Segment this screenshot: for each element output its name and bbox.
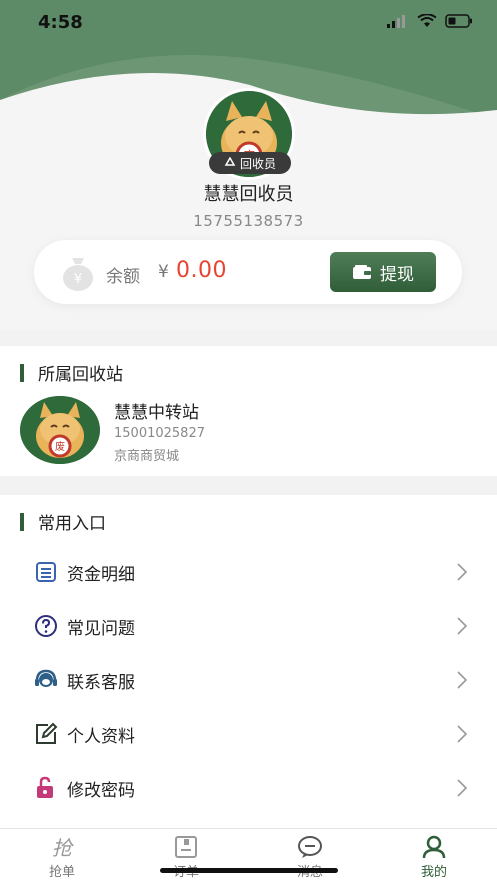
svg-text:¥: ¥ (74, 272, 82, 287)
station-name: 慧慧中转站 (114, 403, 199, 423)
withdraw-label: 提现 (380, 264, 414, 285)
chevron-right-icon (457, 563, 467, 581)
message-icon (298, 836, 322, 858)
money-bag-icon: ¥ (63, 258, 93, 291)
chevron-right-icon (457, 725, 467, 743)
tab-label: 抢单 (48, 865, 75, 880)
lock-icon (37, 776, 53, 798)
headset-icon (35, 669, 57, 687)
menu-item-faq[interactable]: 常见问题 (0, 599, 497, 653)
grab-order-icon: 抢 (52, 836, 74, 859)
menu-item-label: 常见问题 (67, 619, 135, 639)
menu-item-profile[interactable]: 个人资料 (0, 707, 497, 761)
tab-orders[interactable]: 订单 (136, 829, 236, 884)
wifi-icon (417, 14, 437, 27)
menu-item-label: 修改密码 (67, 781, 135, 801)
role-badge: 回收员 (209, 152, 291, 174)
avatar[interactable]: 废 回收员 (203, 88, 295, 180)
status-time: 4:58 (38, 12, 83, 33)
menu-item-fund-details[interactable]: 资金明细 (0, 545, 497, 599)
entries-section: 常用入口 资金明细 常见问题 联系客服 个人资料 修改密码 (0, 495, 497, 828)
profile-header: 4:58 回收员 慧慧回收员 15755138573 ¥ 余额 ¥ 0.00 提… (0, 0, 497, 330)
station-section-title-text: 所属回收站 (38, 365, 123, 385)
station-phone: 15001025827 (114, 426, 205, 441)
signal-icon (387, 15, 405, 28)
section-bar (20, 512, 24, 531)
balance-value: 0.00 (176, 258, 227, 283)
menu-item-contact-service[interactable]: 联系客服 (0, 653, 497, 707)
station-section: 所属回收站 废 慧慧中转站 15001025827 京商商贸城 (0, 346, 497, 476)
entries-section-title-text: 常用入口 (38, 514, 106, 534)
user-name: 慧慧回收员 (203, 184, 294, 205)
recycle-icon (224, 157, 236, 166)
chevron-right-icon (457, 779, 467, 797)
wallet-icon (353, 265, 371, 279)
withdraw-button[interactable]: 提现 (330, 252, 436, 292)
menu-item-change-password[interactable]: 修改密码 (0, 761, 497, 815)
entries-section-title: 常用入口 (20, 509, 106, 534)
svg-text:废: 废 (55, 440, 65, 453)
list-icon (36, 562, 56, 582)
tab-grab-order[interactable]: 抢 抢单 (12, 829, 112, 884)
home-indicator (160, 868, 338, 873)
tab-me[interactable]: 我的 (384, 829, 484, 884)
balance-currency: ¥ (158, 262, 169, 282)
tab-bar: 抢 抢单 订单 消息 我的 (0, 828, 497, 884)
tab-messages[interactable]: 消息 (260, 829, 360, 884)
user-phone: 15755138573 (193, 212, 304, 230)
question-icon (35, 615, 57, 637)
menu-item-label: 个人资料 (67, 727, 135, 747)
menu-item-label: 联系客服 (67, 673, 135, 693)
svg-text:抢: 抢 (52, 836, 74, 859)
edit-icon (36, 722, 58, 744)
balance-card: ¥ 余额 ¥ 0.00 提现 (34, 240, 462, 304)
station-address: 京商商贸城 (114, 449, 180, 464)
menu-item-label: 资金明细 (67, 565, 135, 585)
role-badge-label: 回收员 (239, 156, 276, 171)
station-section-title: 所属回收站 (20, 360, 123, 385)
status-bar: 4:58 (0, 0, 497, 50)
chevron-right-icon (457, 671, 467, 689)
status-icons (387, 14, 473, 28)
balance-label: 余额 (106, 267, 140, 287)
section-bar (20, 363, 24, 382)
battery-icon (445, 14, 472, 28)
station-logo: 废 (20, 396, 100, 464)
order-icon (175, 836, 197, 858)
person-icon (422, 835, 446, 859)
tab-label: 我的 (420, 865, 447, 880)
chevron-right-icon (457, 617, 467, 635)
